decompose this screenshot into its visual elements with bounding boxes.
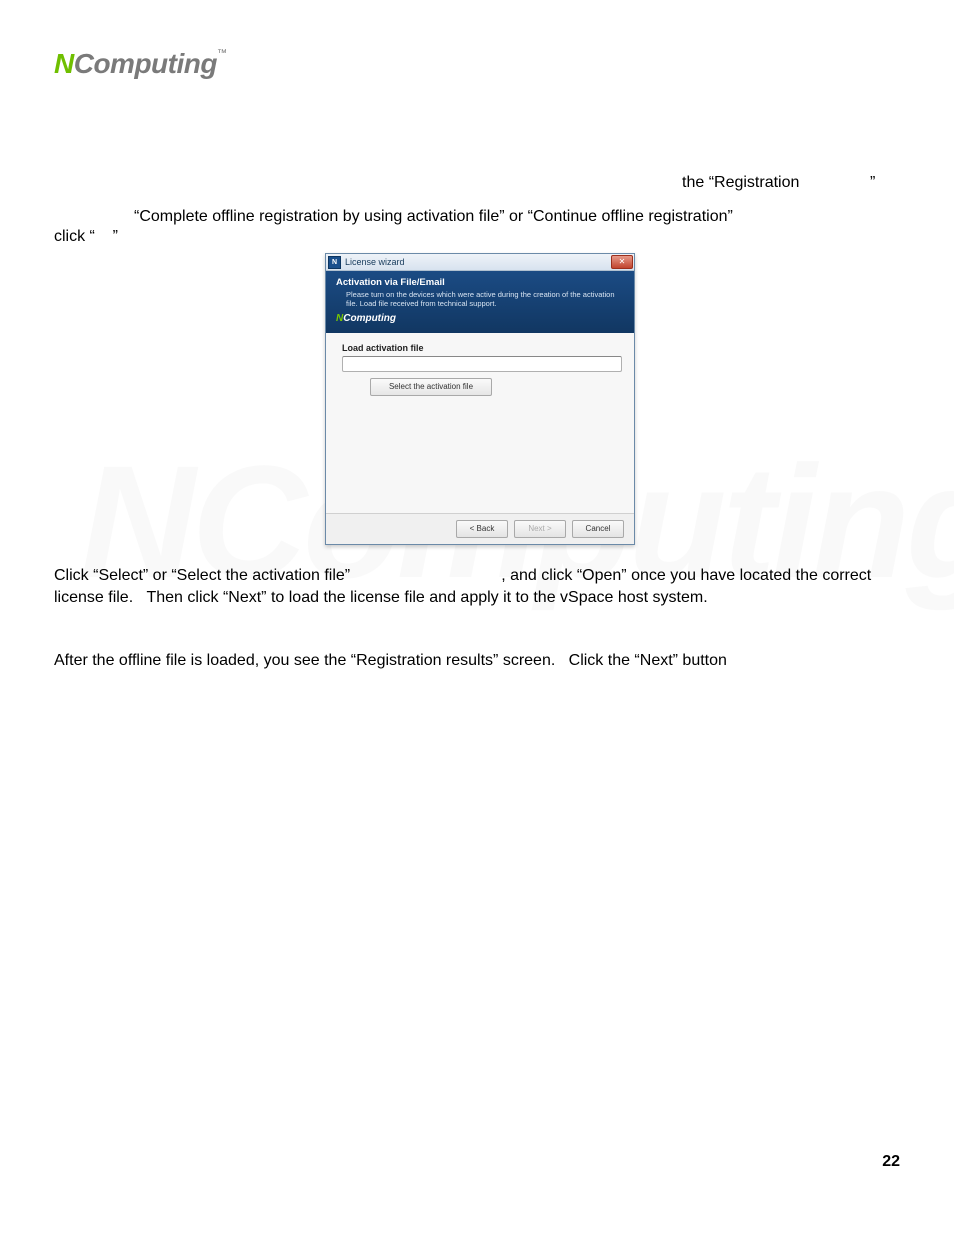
logo-text: Computing <box>74 48 217 79</box>
logo-tm: ™ <box>217 48 227 59</box>
select-activation-file-button[interactable]: Select the activation file <box>370 378 492 396</box>
brand-logo: NComputing™ <box>54 48 226 80</box>
paragraph-2: Click “Select” or “Select the activation… <box>54 565 904 609</box>
dialog-footer: < Back Next > Cancel <box>326 513 634 544</box>
cancel-button[interactable]: Cancel <box>572 520 624 538</box>
intro-line-1b: ” <box>870 172 875 194</box>
page-number: 22 <box>882 1153 900 1171</box>
next-button[interactable]: Next > <box>514 520 566 538</box>
license-wizard-dialog: N License wizard ✕ Activation via File/E… <box>325 253 635 545</box>
dialog-header-subtitle: Please turn on the devices which were ac… <box>336 290 624 308</box>
dialog-title: License wizard <box>345 257 405 267</box>
dialog-body: Load activation file Select the activati… <box>326 333 634 521</box>
activation-file-label: Load activation file <box>342 343 618 353</box>
intro-line-3: click “ ” <box>54 226 118 248</box>
close-icon[interactable]: ✕ <box>611 255 633 269</box>
dialog-header-title: Activation via File/Email <box>336 277 624 288</box>
dialog-header-brand: NComputing <box>336 313 624 324</box>
paragraph-3: After the offline file is loaded, you se… <box>54 650 904 672</box>
dialog-brand-rest: Computing <box>343 313 396 324</box>
app-icon: N <box>328 256 341 269</box>
activation-file-input[interactable] <box>342 356 622 372</box>
app-icon-letter: N <box>332 259 337 266</box>
dialog-header-panel: Activation via File/Email Please turn on… <box>326 271 634 333</box>
dialog-titlebar: N License wizard ✕ <box>326 254 634 271</box>
intro-line-2: “Complete offline registration by using … <box>134 206 733 228</box>
logo-n: N <box>54 48 74 79</box>
back-button[interactable]: < Back <box>456 520 508 538</box>
intro-line-1a: the “Registration <box>682 172 799 194</box>
